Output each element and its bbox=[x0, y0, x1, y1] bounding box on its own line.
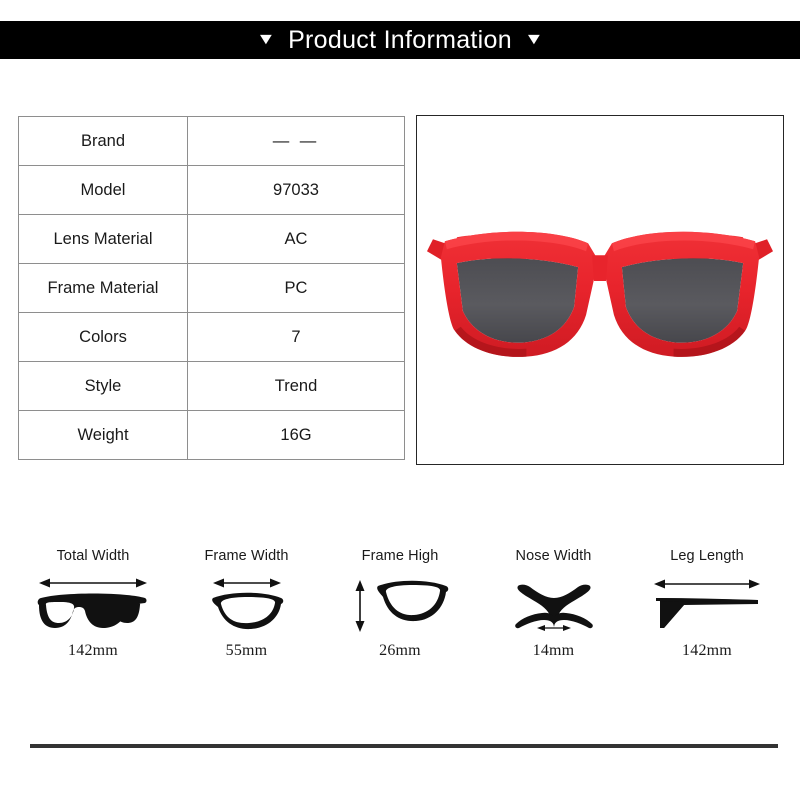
measure-value-frame-high: 26mm bbox=[379, 642, 421, 659]
table-row: Lens Material AC bbox=[18, 214, 405, 264]
spec-value-style: Trend bbox=[187, 361, 405, 411]
footer-divider bbox=[30, 744, 778, 748]
spec-label-brand: Brand bbox=[18, 116, 188, 166]
measure-label-frame-width: Frame Width bbox=[204, 548, 289, 564]
table-row: Weight 16G bbox=[18, 410, 405, 460]
page-header-banner: ▼ Product Information ▼ bbox=[0, 21, 800, 59]
spec-label-frame-material: Frame Material bbox=[18, 263, 188, 313]
page-title: Product Information bbox=[288, 25, 512, 54]
spec-value-lens-material: AC bbox=[187, 214, 405, 264]
vertical-arrow-icon bbox=[355, 580, 365, 632]
spec-value-brand: — — bbox=[187, 116, 405, 166]
measure-value-frame-width: 55mm bbox=[225, 642, 268, 659]
spec-label-lens-material: Lens Material bbox=[18, 214, 188, 264]
product-spec-table: Brand — — Model 97033 Lens Material AC F… bbox=[18, 116, 405, 460]
measure-item-frame-width: Frame Width 55mm bbox=[172, 548, 322, 660]
measurements-row: Total Width 142mm Frame Width 55mm Frame… bbox=[18, 548, 782, 660]
horizontal-arrow-icon bbox=[39, 578, 147, 588]
glasses-full-icon bbox=[33, 573, 153, 635]
spec-label-weight: Weight bbox=[18, 410, 188, 460]
spec-value-weight: 16G bbox=[187, 410, 405, 460]
brand-dash-value: — — bbox=[272, 131, 320, 150]
spec-value-colors: 7 bbox=[187, 312, 405, 362]
measure-value-nose-width: 14mm bbox=[532, 642, 575, 659]
lens-single-icon bbox=[201, 573, 293, 635]
temple-arm-icon bbox=[650, 573, 764, 635]
spec-value-model: 97033 bbox=[187, 165, 405, 215]
measure-item-frame-high: Frame High 26mm bbox=[325, 548, 475, 660]
measure-value-leg-length: 142mm bbox=[682, 642, 732, 659]
horizontal-arrow-icon bbox=[654, 579, 760, 589]
table-row: Model 97033 bbox=[18, 165, 405, 215]
nose-bridge-icon bbox=[504, 573, 604, 635]
spec-label-model: Model bbox=[18, 165, 188, 215]
table-row: Style Trend bbox=[18, 361, 405, 411]
spec-label-style: Style bbox=[18, 361, 188, 411]
measure-label-total-width: Total Width bbox=[56, 548, 130, 564]
lens-height-icon bbox=[350, 573, 450, 635]
measure-label-frame-high: Frame High bbox=[361, 548, 439, 564]
triangle-down-right-icon: ▼ bbox=[523, 31, 544, 48]
measure-item-leg-length: Leg Length 142mm bbox=[632, 548, 782, 660]
horizontal-arrow-icon bbox=[212, 578, 281, 588]
table-row: Frame Material PC bbox=[18, 263, 405, 313]
measure-label-leg-length: Leg Length bbox=[670, 548, 744, 564]
table-row: Brand — — bbox=[18, 116, 405, 166]
spec-value-frame-material: PC bbox=[187, 263, 405, 313]
sunglasses-illustration bbox=[426, 231, 774, 357]
measure-label-nose-width: Nose Width bbox=[515, 548, 592, 564]
measure-item-total-width: Total Width 142mm bbox=[18, 548, 168, 660]
triangle-down-left-icon: ▼ bbox=[256, 31, 277, 48]
measure-value-total-width: 142mm bbox=[68, 642, 118, 659]
product-image-panel bbox=[416, 115, 784, 465]
table-row: Colors 7 bbox=[18, 312, 405, 362]
measure-item-nose-width: Nose Width 14mm bbox=[479, 548, 629, 660]
spec-label-colors: Colors bbox=[18, 312, 188, 362]
